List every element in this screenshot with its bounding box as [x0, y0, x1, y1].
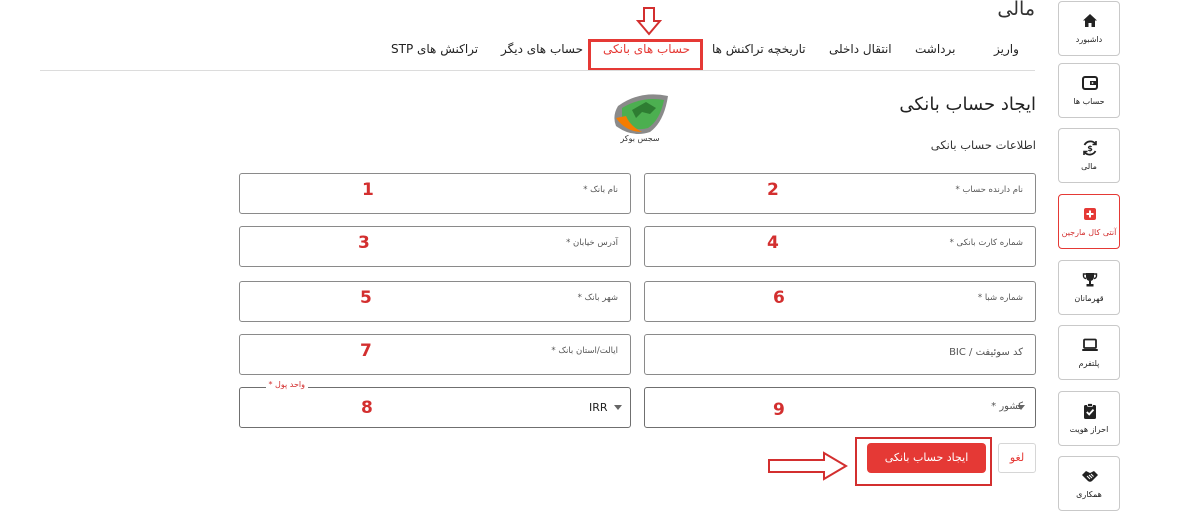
form-subtitle: اطلاعات حساب بانکی: [930, 138, 1036, 152]
sidebar-item-dashboard[interactable]: داشبورد: [1058, 1, 1120, 56]
account-holder-input[interactable]: [645, 174, 1035, 213]
bank-state-field[interactable]: ایالت/استان بانک * 7: [239, 334, 631, 375]
sheba-number-field[interactable]: شماره شبا * 6: [644, 281, 1036, 322]
sidebar-item-label: قهرمانان: [1074, 294, 1104, 303]
annotation-button-highlight: [855, 437, 992, 486]
handshake-icon: [1082, 471, 1098, 482]
sidebar-item-verification[interactable]: احراز هویت: [1058, 391, 1120, 446]
annotation-tab-highlight: [588, 39, 703, 71]
swift-code-input[interactable]: [645, 335, 1035, 374]
currency-label: واحد پول *: [265, 380, 308, 389]
tab-bar: واریز برداشت انتقال داخلی تاریخچه تراکنش…: [0, 42, 1040, 62]
currency-select[interactable]: واحد پول * IRR 8: [239, 380, 631, 428]
sidebar-item-anti-margin-call[interactable]: آنتی کال مارجین: [1058, 194, 1120, 249]
account-holder-field[interactable]: نام دارنده حساب * 2: [644, 173, 1036, 214]
tab-other-accounts[interactable]: حساب های دیگر: [501, 42, 583, 56]
sidebar-item-platform[interactable]: پلتفرم: [1058, 325, 1120, 380]
home-icon: [1083, 14, 1097, 27]
sidebar-item-champions[interactable]: قهرمانان: [1058, 260, 1120, 315]
bank-city-field[interactable]: شهر بانک * 5: [239, 281, 631, 322]
tab-transaction-history[interactable]: تاریخچه تراکنش ها: [712, 42, 806, 56]
annotation-number-8: 8: [361, 398, 373, 418]
country-select[interactable]: کشور * 9: [644, 387, 1036, 428]
sidebar-item-label: همکاری: [1076, 490, 1102, 499]
bank-name-input[interactable]: [240, 174, 630, 213]
cancel-button[interactable]: لغو: [998, 443, 1036, 473]
wallet-icon: [1082, 76, 1098, 90]
form-title: ایجاد حساب بانکی: [899, 94, 1036, 115]
annotation-number-9: 9: [773, 400, 785, 420]
sidebar-item-label: حساب ها: [1073, 97, 1105, 106]
bank-name-field[interactable]: نام بانک * 1: [239, 173, 631, 214]
sidebar-item-partnership[interactable]: همکاری: [1058, 456, 1120, 511]
bank-city-input[interactable]: [240, 282, 630, 321]
annotation-arrow-right-icon: [768, 451, 848, 481]
street-address-field[interactable]: آدرس خیابان * 3: [239, 226, 631, 267]
sidebar-item-label: احراز هویت: [1069, 425, 1109, 434]
card-number-field[interactable]: شماره کارت بانکی * 4: [644, 226, 1036, 267]
page-heading: مالی: [997, 0, 1035, 20]
annotation-arrow-down-icon: [636, 7, 662, 36]
chevron-down-icon: [614, 405, 622, 410]
tab-withdraw[interactable]: برداشت: [915, 42, 955, 56]
svg-text:$: $: [1087, 144, 1093, 153]
sidebar-item-label: مالی: [1081, 162, 1097, 171]
laptop-icon: [1082, 338, 1098, 351]
sidebar-item-label: آنتی کال مارجین: [1061, 228, 1117, 237]
currency-value: IRR: [589, 401, 608, 414]
street-address-input[interactable]: [240, 227, 630, 266]
card-number-input[interactable]: [645, 227, 1035, 266]
medical-plus-icon: [1084, 208, 1096, 220]
trophy-icon: [1082, 273, 1098, 287]
clipboard-check-icon: [1084, 403, 1096, 419]
tab-internal-transfer[interactable]: انتقال داخلی: [829, 42, 892, 56]
sidebar-item-accounts[interactable]: حساب ها: [1058, 63, 1120, 118]
tab-divider: [40, 70, 1035, 71]
chevron-down-icon: [1017, 405, 1025, 410]
swift-code-field[interactable]: کد سوئیفت / BIC: [644, 334, 1036, 375]
dollar-exchange-icon: $: [1083, 140, 1097, 156]
sidebar-item-financial[interactable]: $ مالی: [1058, 128, 1120, 183]
tab-deposit[interactable]: واریز: [994, 42, 1019, 56]
sheba-number-input[interactable]: [645, 282, 1035, 321]
tab-stp-transactions[interactable]: تراکنش های STP: [391, 42, 478, 56]
bank-state-input[interactable]: [240, 335, 630, 374]
sidebar-item-label: داشبورد: [1075, 35, 1103, 44]
sidebar-item-label: پلتفرم: [1078, 359, 1100, 368]
broker-logo-text: سجس بوکر: [620, 134, 660, 143]
